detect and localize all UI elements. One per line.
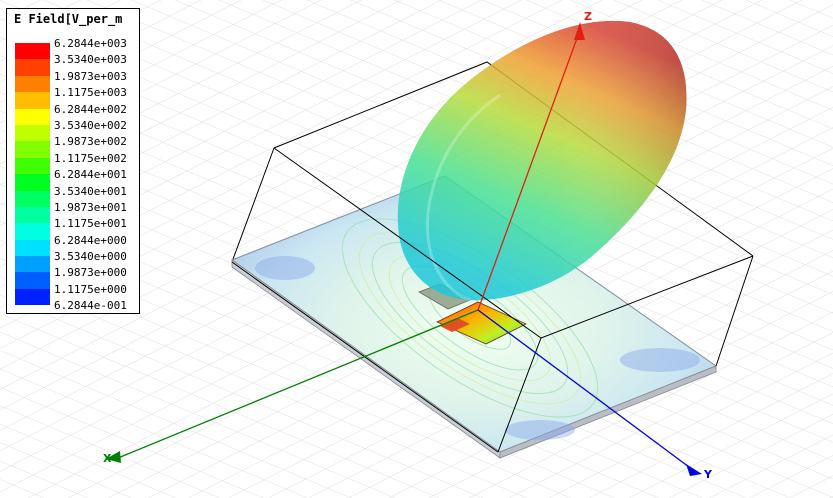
z-axis-label: Z [584, 10, 592, 23]
legend-value: 1.1175e+002 [54, 151, 127, 165]
legend-swatch [15, 206, 50, 224]
legend-value: 3.5340e+001 [54, 184, 127, 198]
legend-value: 1.9873e+001 [54, 200, 127, 214]
legend-value: 6.2844e+003 [54, 37, 127, 50]
legend-value: 3.5340e+002 [54, 118, 127, 132]
legend-swatch [15, 239, 50, 257]
legend-value: 6.2844e-001 [54, 299, 127, 313]
legend-swatch [15, 256, 50, 273]
legend-value: 1.1175e+003 [54, 86, 127, 100]
legend-swatch [15, 288, 50, 306]
legend-swatch [15, 141, 50, 158]
legend-swatch [15, 157, 50, 175]
legend-swatch [15, 43, 50, 60]
legend-value: 6.2844e+002 [54, 102, 127, 116]
legend-value: 1.1175e+000 [54, 282, 127, 296]
legend-title: E Field[V_per_m [14, 12, 123, 26]
legend-swatch [15, 174, 50, 191]
legend-value: 3.5340e+000 [54, 250, 127, 264]
legend-swatch [15, 124, 50, 142]
y-axis-label: Y [703, 468, 713, 481]
legend-value: 6.2844e+000 [54, 233, 127, 247]
legend-value: 1.9873e+003 [54, 69, 127, 83]
legend-value: 3.5340e+003 [54, 53, 127, 67]
legend-swatch [15, 92, 50, 109]
legend-swatch [15, 223, 50, 240]
legend-value: 1.1175e+001 [54, 217, 127, 231]
x-axis-label: X [103, 452, 112, 465]
legend-swatch [15, 272, 50, 289]
legend-value: 1.9873e+000 [54, 266, 127, 280]
legend-scale: 6.2844e+003 3.5340e+003 1.9873e+003 1.1175e… [13, 37, 137, 322]
legend-row: 6.2844e-001 [13, 299, 137, 321]
legend-value: 1.9873e+002 [54, 135, 127, 149]
legend-swatch [15, 59, 50, 76]
legend-swatch [15, 190, 50, 207]
legend-value: 6.2844e+001 [54, 168, 127, 182]
field-legend[interactable]: E Field[V_per_m 6.2844e+003 3.5340e+003 1.… [6, 8, 140, 314]
legend-swatch [15, 108, 50, 125]
legend-swatch [15, 75, 50, 93]
